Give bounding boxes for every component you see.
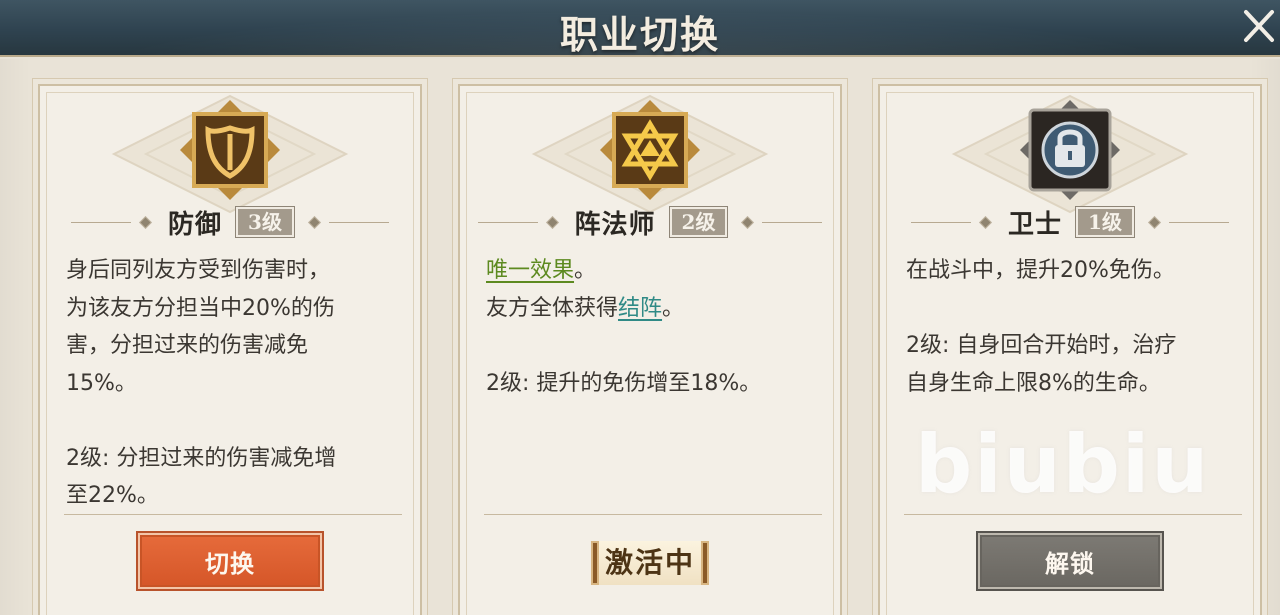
star-triangle-icon	[600, 100, 700, 200]
divider	[484, 514, 822, 515]
watermark: biubiu	[915, 418, 1211, 511]
close-icon	[1244, 10, 1274, 42]
switch-button[interactable]: 切换	[136, 531, 324, 591]
class-card-guard: 卫士 1级 在战斗中，提升20%免伤。 2级: 自身回合开始时，治疗 自身生命上…	[878, 84, 1262, 615]
class-title-row: 防御 3级	[40, 204, 420, 240]
divider	[904, 514, 1242, 515]
class-name: 防御	[168, 209, 223, 240]
divider	[64, 514, 402, 515]
class-description: 在战斗中，提升20%免伤。 2级: 自身回合开始时，治疗 自身生命上限8%的生命…	[906, 258, 1177, 396]
level-badge: 2级	[668, 206, 729, 238]
level-badge: 1级	[1075, 206, 1135, 238]
header-bar: 职业切换	[0, 0, 1280, 57]
class-name: 卫士	[1008, 209, 1063, 240]
page-title: 职业切换	[559, 12, 720, 57]
class-card-formation-master: 阵法师 2级 唯一效果。 友方全体获得结阵。 2级: 提升的免伤增至18%。 激…	[458, 84, 842, 615]
active-status-label: 激活中	[590, 541, 710, 585]
class-card-defense: 防御 3级 身后同列友方受到伤害时， 为该友方分担当中20%的伤 害，分担过来的…	[38, 84, 422, 615]
class-title-row: 卫士 1级	[880, 204, 1260, 240]
unlock-button[interactable]: 解锁	[976, 531, 1164, 591]
lock-icon	[1020, 100, 1120, 200]
formation-keyword-link[interactable]: 结阵	[618, 296, 662, 321]
class-title-row: 阵法师 2级	[460, 204, 840, 240]
class-description: 唯一效果。 友方全体获得结阵。 2级: 提升的免伤增至18%。	[486, 258, 762, 396]
unique-effect-link[interactable]: 唯一效果	[486, 258, 574, 283]
class-name: 阵法师	[574, 209, 656, 240]
class-description: 身后同列友方受到伤害时， 为该友方分担当中20%的伤 害，分担过来的伤害减免 1…	[66, 258, 337, 508]
level-badge: 3级	[235, 206, 295, 238]
close-button[interactable]	[1236, 4, 1280, 48]
shield-icon	[180, 100, 280, 200]
